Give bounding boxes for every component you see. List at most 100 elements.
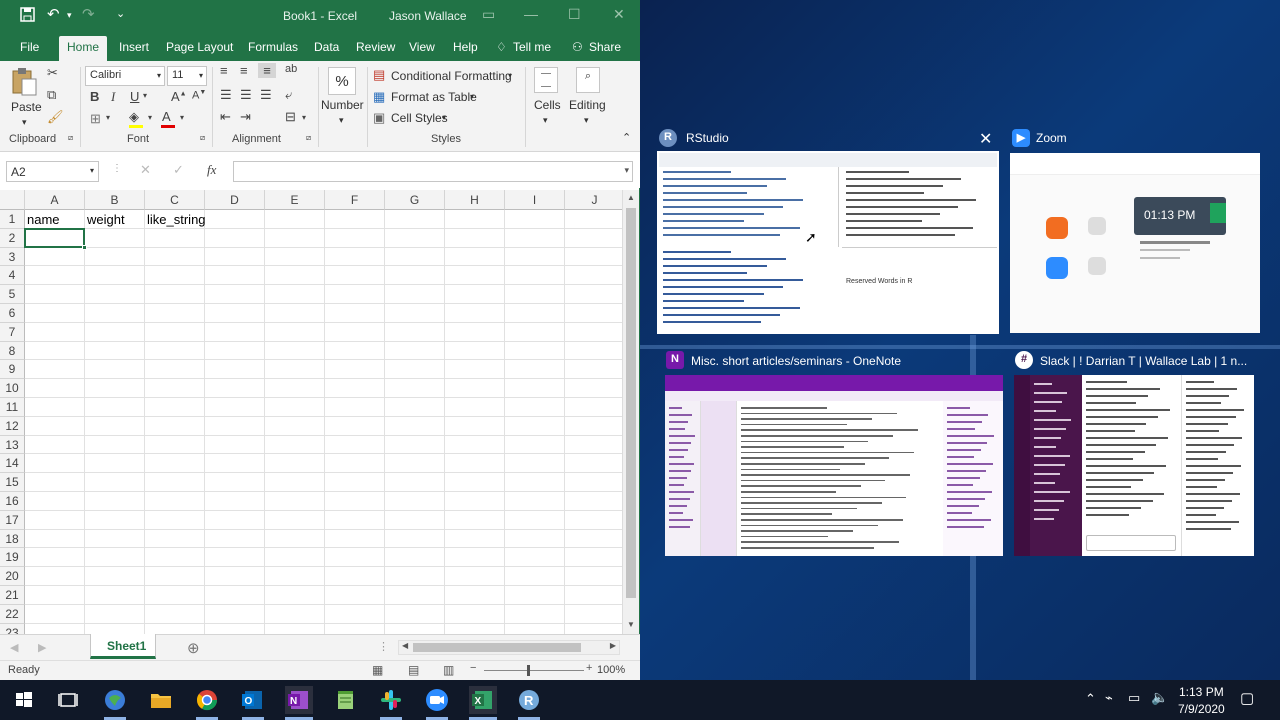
row-header-21[interactable]: 21	[0, 586, 25, 605]
paste-icon[interactable]	[10, 67, 38, 97]
tab-view[interactable]: View	[409, 40, 435, 54]
zoom-thumbnail[interactable]: 01:13 PM	[1010, 153, 1260, 333]
editing-dropdown-icon[interactable]: ▾	[584, 115, 589, 126]
increase-indent-icon[interactable]: ⇥	[240, 109, 251, 125]
row-header-19[interactable]: 19	[0, 548, 25, 568]
column-header-j[interactable]: J	[565, 190, 622, 210]
merge-dropdown-icon[interactable]: ▾	[302, 113, 306, 122]
row-header-1[interactable]: 1	[0, 210, 25, 229]
tab-page-layout[interactable]: Page Layout	[166, 40, 233, 54]
fill-color-dropdown-icon[interactable]: ▾	[148, 113, 152, 122]
cut-icon[interactable]: ✂	[47, 65, 58, 81]
row-header-10[interactable]: 10	[0, 379, 25, 398]
close-icon[interactable]: ✕	[613, 6, 625, 23]
increase-font-icon[interactable]: A▲	[171, 89, 187, 104]
tab-help[interactable]: Help	[453, 40, 478, 54]
cell-styles-dropdown-icon[interactable]: ▾	[442, 113, 446, 122]
volume-icon[interactable]: 🔈	[1151, 689, 1168, 706]
customize-quick-access-icon[interactable]: ⌄	[116, 7, 125, 20]
align-center-icon[interactable]: ☰	[240, 87, 252, 103]
row-header-20[interactable]: 20	[0, 567, 25, 586]
fill-handle[interactable]	[82, 244, 87, 250]
file-explorer-icon[interactable]	[147, 686, 175, 714]
borders-icon[interactable]: ⊞	[90, 111, 101, 127]
tab-insert[interactable]: Insert	[119, 40, 149, 54]
row-header-2[interactable]: 2	[0, 228, 25, 248]
paste-button[interactable]: Paste	[11, 100, 42, 114]
wrap-text-icon[interactable]: ⤶	[285, 87, 292, 103]
row-header-18[interactable]: 18	[0, 529, 25, 549]
borders-dropdown-icon[interactable]: ▾	[106, 113, 110, 122]
slack-taskbar-icon[interactable]	[377, 686, 405, 714]
tab-formulas[interactable]: Formulas	[248, 40, 298, 54]
ribbon-display-icon[interactable]: ▭	[482, 6, 495, 23]
notepad-icon[interactable]	[331, 686, 359, 714]
horizontal-scrollbar[interactable]: ◀ ▶	[398, 640, 620, 655]
onenote-thumbnail[interactable]	[665, 375, 1003, 556]
zoom-taskbar-icon[interactable]	[423, 686, 451, 714]
outlook-icon[interactable]: O	[239, 686, 267, 714]
cell-c1[interactable]: like_string	[147, 212, 206, 227]
row-header-5[interactable]: 5	[0, 285, 25, 304]
merge-center-icon[interactable]: ⊟	[285, 109, 296, 125]
save-icon[interactable]	[20, 7, 35, 26]
cancel-entry-icon[interactable]: ✕	[140, 162, 151, 178]
row-header-13[interactable]: 13	[0, 435, 25, 455]
tab-data[interactable]: Data	[314, 40, 339, 54]
row-header-23[interactable]: 23	[0, 623, 25, 634]
cell-a1[interactable]: name	[27, 212, 60, 227]
task-view-slack-title[interactable]: Slack | ! Darrian T | Wallace Lab | 1 n.…	[1040, 354, 1247, 368]
zoom-out-icon[interactable]: −	[470, 662, 476, 674]
font-color-icon[interactable]: A	[161, 109, 175, 128]
network-icon[interactable]: ⌁	[1105, 690, 1113, 706]
align-right-icon[interactable]: ☰	[260, 87, 272, 103]
onenote-taskbar-icon[interactable]: N	[285, 686, 313, 714]
fill-color-icon[interactable]: ◈	[129, 109, 143, 128]
row-header-4[interactable]: 4	[0, 266, 25, 286]
column-header-f[interactable]: F	[325, 190, 385, 210]
conditional-formatting-dropdown-icon[interactable]: ▾	[508, 71, 512, 80]
sheet-prev-icon[interactable]: ◀	[10, 641, 18, 654]
font-name-select[interactable]: Calibri ▾	[85, 66, 165, 86]
zoom-slider[interactable]	[484, 670, 584, 671]
row-header-11[interactable]: 11	[0, 398, 25, 417]
column-header-d[interactable]: D	[205, 190, 265, 210]
cell-b1[interactable]: weight	[87, 212, 125, 227]
column-header-i[interactable]: I	[505, 190, 565, 210]
row-header-9[interactable]: 9	[0, 360, 25, 380]
row-header-16[interactable]: 16	[0, 492, 25, 511]
column-header-g[interactable]: G	[385, 190, 445, 210]
sheet-tab-sheet1[interactable]: Sheet1	[90, 634, 156, 659]
align-middle-icon[interactable]: ≡	[240, 63, 248, 78]
paste-dropdown-icon[interactable]: ▾	[22, 117, 27, 128]
chrome-icon[interactable]	[193, 686, 221, 714]
maximize-icon[interactable]: ☐	[568, 6, 581, 23]
number-dropdown-icon[interactable]: ▾	[339, 115, 344, 126]
tab-review[interactable]: Review	[356, 40, 395, 54]
column-header-h[interactable]: H	[445, 190, 505, 210]
align-left-icon[interactable]: ☰	[220, 87, 232, 103]
bold-button[interactable]: B	[90, 89, 99, 104]
zoom-level[interactable]: 100%	[597, 664, 625, 676]
sheet-next-icon[interactable]: ▶	[38, 641, 46, 654]
conditional-formatting-button[interactable]: Conditional Formatting	[391, 69, 512, 83]
page-layout-view-icon[interactable]: ▤	[408, 663, 419, 677]
underline-button[interactable]: U	[130, 89, 139, 104]
insert-function-button[interactable]: fx	[207, 162, 216, 178]
copy-icon[interactable]: ⧉	[47, 87, 56, 103]
share-button[interactable]: Share	[589, 40, 621, 54]
formula-input[interactable]: ▾	[233, 161, 633, 182]
task-view-onenote-title[interactable]: Misc. short articles/seminars - OneNote	[691, 354, 901, 368]
tab-split-icon[interactable]: ⋮	[378, 640, 389, 653]
cell-styles-button[interactable]: Cell Styles	[391, 111, 448, 125]
confirm-entry-icon[interactable]: ✓	[173, 162, 184, 178]
cells-button[interactable]: Cells	[534, 98, 561, 112]
cells-dropdown-icon[interactable]: ▾	[543, 115, 548, 126]
close-rstudio-icon[interactable]: ✕	[979, 129, 992, 149]
rstudio-taskbar-icon[interactable]: R	[515, 686, 543, 714]
underline-dropdown-icon[interactable]: ▾	[143, 91, 147, 100]
tell-me-search[interactable]: Tell me	[513, 40, 551, 54]
align-bottom-icon[interactable]: ≡	[258, 63, 276, 78]
column-header-c[interactable]: C	[145, 190, 205, 210]
browser-icon[interactable]	[101, 686, 129, 714]
